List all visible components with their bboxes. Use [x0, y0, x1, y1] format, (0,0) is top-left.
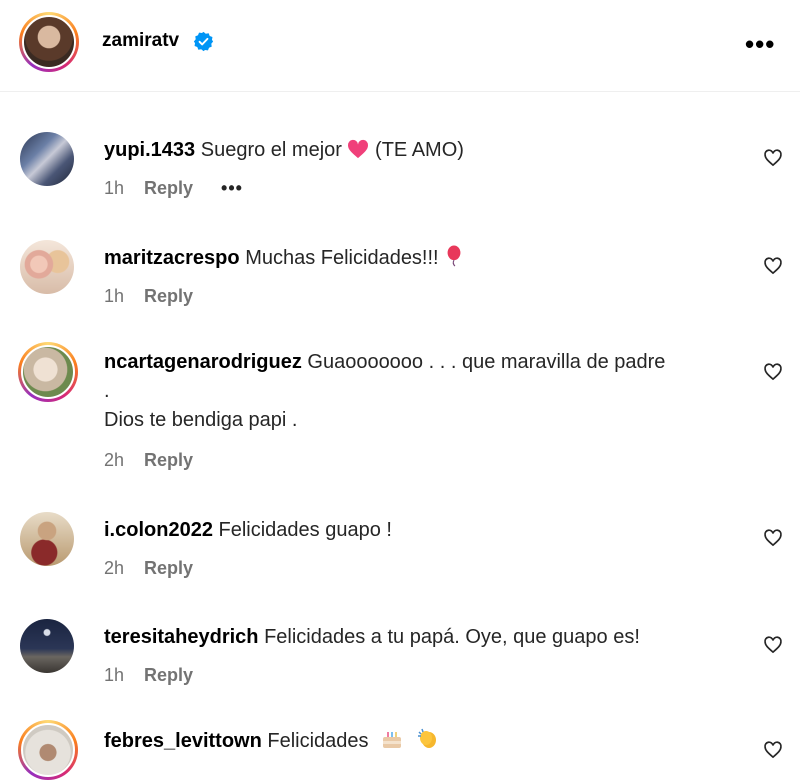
post-header: zamiratv •••	[0, 0, 800, 92]
like-heart-icon[interactable]	[763, 528, 783, 548]
comment-meta: 1h Reply •••	[104, 178, 243, 199]
comment-username[interactable]: ncartagenarodriguez	[104, 351, 302, 373]
comment-text: Guaooooooo . . . que maravilla de padre	[307, 351, 666, 373]
comment-meta: 1h Reply	[104, 665, 193, 686]
pink-heart-icon	[348, 139, 369, 159]
like-heart-icon[interactable]	[763, 256, 783, 276]
like-heart-icon[interactable]	[763, 362, 783, 382]
comment-text: Felicidades	[267, 730, 369, 752]
commenter-avatar[interactable]	[20, 512, 74, 566]
reply-button[interactable]: Reply	[144, 178, 193, 198]
comment-text: Suegro el mejor	[200, 139, 342, 161]
reply-button[interactable]: Reply	[144, 558, 193, 578]
reply-button[interactable]: Reply	[144, 286, 193, 306]
comment-more-icon[interactable]: •••	[221, 178, 243, 198]
commenter-avatar[interactable]	[18, 720, 78, 780]
comment-text: Felicidades a tu papá. Oye, que guapo es…	[264, 626, 640, 648]
clapping-hands-icon	[417, 728, 436, 748]
birthday-cake-icon	[383, 732, 402, 748]
balloon-icon	[447, 245, 461, 267]
comment-meta: 2h Reply	[104, 558, 193, 579]
reply-button[interactable]: Reply	[144, 665, 193, 685]
header-username[interactable]: zamiratv	[102, 30, 179, 52]
comment-username[interactable]: maritzacrespo	[104, 247, 240, 269]
comment-username[interactable]: teresitaheydrich	[104, 626, 259, 648]
commenter-avatar[interactable]	[18, 342, 78, 402]
more-options-icon[interactable]: •••	[745, 31, 775, 57]
comment-text-line2: .	[104, 380, 110, 402]
like-heart-icon[interactable]	[763, 635, 783, 655]
comment-username[interactable]: i.colon2022	[104, 519, 213, 541]
comment-time: 2h	[104, 558, 125, 578]
commenter-avatar[interactable]	[20, 619, 74, 673]
reply-button[interactable]: Reply	[144, 450, 193, 470]
commenter-avatar[interactable]	[20, 132, 74, 186]
commenter-avatar[interactable]	[20, 240, 74, 294]
comment-meta: 1h Reply	[104, 286, 193, 307]
comment-time: 1h	[104, 665, 125, 685]
comment-username[interactable]: yupi.1433	[104, 139, 195, 161]
like-heart-icon[interactable]	[763, 148, 783, 168]
comment-text: Muchas Felicidades!!!	[245, 247, 439, 269]
header-avatar[interactable]	[19, 12, 79, 72]
comment-time: 2h	[104, 450, 125, 470]
comment-meta: 2h Reply	[104, 450, 193, 471]
comment-text: Felicidades guapo !	[218, 519, 392, 541]
comment-text-suffix: (TE AMO)	[375, 139, 464, 161]
comment-time: 1h	[104, 286, 125, 306]
comment-username[interactable]: febres_levittown	[104, 730, 262, 752]
verified-badge-icon	[193, 31, 214, 52]
comment-time: 1h	[104, 178, 125, 198]
comment-text-line3: Dios te bendiga papi .	[104, 409, 298, 431]
like-heart-icon[interactable]	[763, 740, 783, 760]
